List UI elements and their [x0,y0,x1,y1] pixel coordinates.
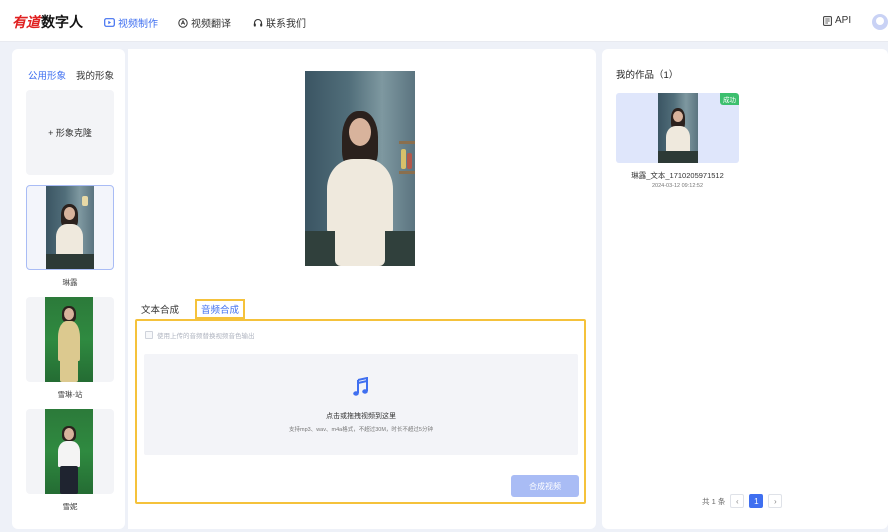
avatar-card-linlu[interactable] [26,185,114,270]
upload-title: 点击或拖拽视频到这里 [326,413,396,420]
brand-part-2: 数字人 [41,14,83,30]
upload-hint: 支持mp3、wav、m4a格式，不超过30M，时长不超过5分钟 [289,427,433,433]
avatar-name: 雪琳-站 [57,390,83,399]
avatar-name: 琳露 [62,278,78,287]
user-avatar-icon[interactable] [872,14,888,30]
replace-voice-option[interactable]: 使用上传的音频替换视频音色输出 [145,330,255,340]
translate-icon [178,17,188,28]
clone-avatar-label: + 形象克隆 [48,128,92,138]
avatar-card-xueni[interactable] [26,409,114,494]
work-item-card[interactable]: 成功 [616,93,739,163]
pagination: 共 1 条 ‹ 1 › [702,494,783,508]
tab-audio-synthesis[interactable]: 音频合成 [195,299,246,319]
nav-label: 视频翻译 [191,19,231,30]
api-label: API [835,15,852,26]
tab-my-avatars[interactable]: 我的形象 [76,68,114,82]
nav-video-translate[interactable]: 视频翻译 [178,15,231,30]
document-icon [823,15,832,26]
avatar-thumbnail [45,409,93,494]
brand-part-1: 有道 [12,14,40,30]
chevron-right-icon[interactable]: › [768,494,783,508]
avatar-thumbnail [45,297,93,382]
status-badge: 成功 [720,93,739,105]
clone-avatar-button[interactable]: + 形象克隆 [26,90,114,175]
audio-upload-section: 使用上传的音频替换视频音色输出 点击或拖拽视频到这里 支持mp3、wav、m4a… [135,319,586,504]
nav-label: 联系我们 [266,19,306,30]
nav-label: 视频制作 [118,19,158,30]
synthesize-video-button[interactable]: 合成视频 [511,475,579,497]
avatar-card-xuelin-standing[interactable] [26,297,114,382]
work-item-time: 2024-03-12 09:12:52 [651,183,704,189]
avatar-thumbnail [46,186,94,269]
nav-contact-us[interactable]: 联系我们 [253,15,306,30]
work-item-name: 琳露_文本_1710205971512 [631,171,724,180]
replace-voice-checkbox[interactable] [145,331,153,339]
audio-drop-zone[interactable]: 点击或拖拽视频到这里 支持mp3、wav、m4a格式，不超过30M，时长不超过5… [144,354,578,455]
music-note-icon [353,377,368,396]
chevron-left-icon[interactable]: ‹ [730,494,745,508]
pagination-total: 共 1 条 [702,496,726,506]
my-works-title: 我的作品（1） [616,70,679,81]
video-preview [305,71,415,266]
avatar-tabs: 公用形象 我的形象 [28,68,114,82]
api-link[interactable]: API [823,15,851,26]
top-bar: 有道 数字人 视频制作 视频翻译 联系我们 API [0,0,888,42]
nav-video-create[interactable]: 视频制作 [104,15,158,30]
page-button-current[interactable]: 1 [749,494,764,508]
tab-text-synthesis[interactable]: 文本合成 [141,302,179,319]
video-icon [104,18,115,27]
work-thumbnail [658,93,698,163]
synthesis-tabs: 文本合成 音频合成 [141,299,246,319]
tab-public-avatars[interactable]: 公用形象 [28,68,66,82]
replace-voice-label: 使用上传的音频替换视频音色输出 [157,333,255,340]
brand-logo[interactable]: 有道 数字人 [12,12,83,30]
headset-icon [253,18,263,26]
avatar-name: 雪妮 [62,502,78,511]
